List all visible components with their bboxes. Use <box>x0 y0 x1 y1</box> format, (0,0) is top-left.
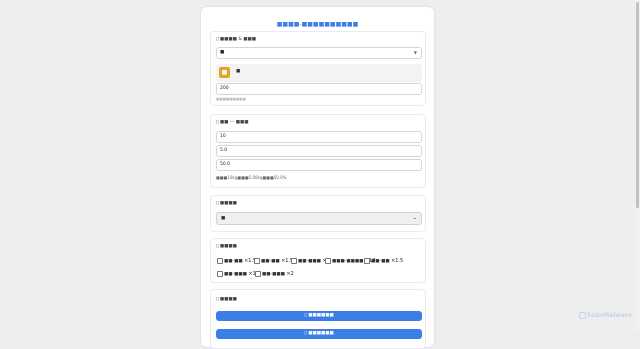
weight-section: ▯ ■■ — ■■■ 10 5.0 50.0 ■■■10kg■■■5.00kg■… <box>210 114 426 188</box>
modifiers-section: ▯ ■■■■ ■■-■■ ×1.5 ■■-■■ ×1.5 ■■-■■■ ×2 ■… <box>210 238 426 283</box>
modifier-option[interactable]: ■■-■■■ ×2 <box>291 257 330 266</box>
scanmalware-logo-icon <box>579 312 586 319</box>
scrollbar-thumb[interactable] <box>636 2 639 208</box>
item-dropdown-value: ■ <box>220 50 225 55</box>
modifier-label: ■■-■■■ <box>298 259 321 264</box>
actions-section: ▯ ■■■■ ▯ ■■■■■■ ▯ ■■■■■■ <box>210 289 426 349</box>
checkbox[interactable] <box>291 257 297 264</box>
modifier-option[interactable]: ■■-■■ ×1.5 <box>254 257 293 266</box>
chevron-down-icon: ▼ <box>413 50 417 55</box>
checkbox[interactable] <box>217 270 223 277</box>
page-title: ■■■■-■■■■■■■■■■ <box>276 21 359 28</box>
checkbox[interactable] <box>217 257 223 264</box>
item-section: ▯ ■■■■ & ■■■ ■ ▼ ■ ■ 200 ■■■■■■■■■ <box>210 31 426 106</box>
modifier-option[interactable]: ■■-■■■ ×1.5 <box>217 270 260 279</box>
modifier-option[interactable]: ■■-■■ ×1.5 <box>217 257 256 266</box>
modifier-label: ■■-■■ <box>371 259 390 264</box>
checkbox[interactable] <box>255 270 261 277</box>
weight-section-label: ▯ ■■ — ■■■ <box>216 120 249 125</box>
selected-item-row[interactable]: ■ ■ <box>216 64 422 82</box>
primary-action-button[interactable]: ▯ ■■■■■■ <box>216 311 422 321</box>
item-hint: ■■■■■■■■■ <box>216 97 246 101</box>
modifiers-section-label: ▯ ■■■■ <box>216 244 237 249</box>
main-panel: ■■■■-■■■■■■■■■■ ▯ ■■■■ & ■■■ ■ ▼ ■ ■ 200… <box>201 7 434 349</box>
item-icon: ■ <box>219 67 230 78</box>
item-section-label: ▯ ■■■■ & ■■■ <box>216 37 257 42</box>
modifier-multiplier: ×1.5 <box>391 258 404 264</box>
modifier-label: ■■-■■ <box>224 259 243 264</box>
modifier-option[interactable]: ■■-■■ ×1.5 <box>364 257 403 266</box>
page-scrollbar[interactable] <box>635 0 640 331</box>
weight-input-3[interactable]: 50.0 <box>216 159 422 171</box>
modifier-label: ■■■-■■■■ <box>332 259 364 264</box>
weight-summary: ■■■10kg■■■5.00kg■■■50.0% <box>216 175 287 180</box>
modifier-label: ■■-■■■ <box>224 272 247 277</box>
modifier-option[interactable]: ■■-■■■ ×2 <box>255 270 294 279</box>
checkbox[interactable] <box>325 257 331 264</box>
weight-input-1[interactable]: 10 <box>216 131 422 143</box>
modifier-label: ■■-■■ <box>261 259 280 264</box>
select-section-label: ▯ ■■■■ <box>216 201 237 206</box>
weight-input-2[interactable]: 5.0 <box>216 145 422 157</box>
item-dropdown[interactable]: ■ ▼ <box>216 47 422 59</box>
quantity-input[interactable]: 200 <box>216 83 422 95</box>
option-select-value: ■ <box>221 216 226 221</box>
watermark-logo: ScanMalware <box>579 312 632 319</box>
modifier-label: ■■-■■■ <box>262 272 285 277</box>
select-section: ▯ ■■■■ ■ ⌄ <box>210 195 426 232</box>
checkbox[interactable] <box>364 257 370 264</box>
item-name: ■ <box>236 69 241 74</box>
watermark-text: ScanMalware <box>587 312 632 319</box>
option-select[interactable]: ■ ⌄ <box>216 212 422 225</box>
modifier-multiplier: ×2 <box>286 271 294 277</box>
actions-section-label: ▯ ■■■■ <box>216 297 237 302</box>
checkbox[interactable] <box>254 257 260 264</box>
chevron-down-icon: ⌄ <box>412 215 417 221</box>
